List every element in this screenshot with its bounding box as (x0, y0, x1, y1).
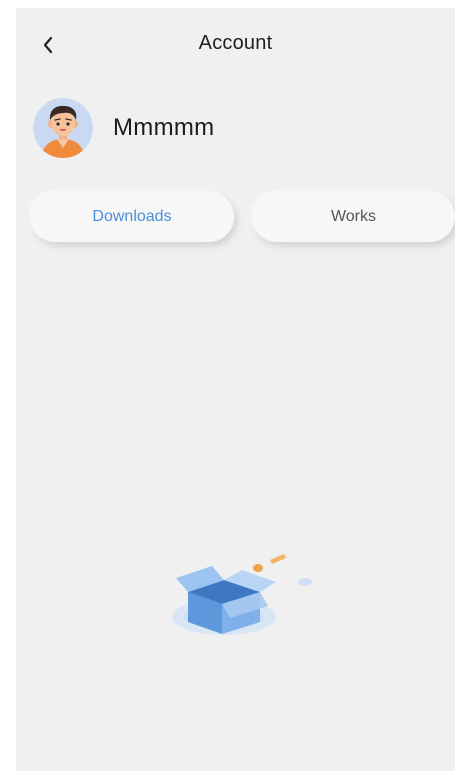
profile-row: Mmmmm (33, 96, 214, 160)
tab-downloads[interactable]: Downloads (30, 192, 234, 242)
empty-state-illustration (166, 542, 316, 642)
username: Mmmmm (113, 114, 215, 141)
account-screen: Account Mmmmm Downloads Works (16, 8, 455, 771)
avatar[interactable] (33, 98, 93, 158)
top-bar: Account (16, 8, 455, 84)
tab-works[interactable]: Works (252, 192, 455, 242)
open-box-icon (172, 554, 312, 635)
content-tabs: Downloads Works (16, 192, 455, 246)
page-title: Account (198, 32, 273, 54)
user-avatar-icon (33, 98, 93, 158)
